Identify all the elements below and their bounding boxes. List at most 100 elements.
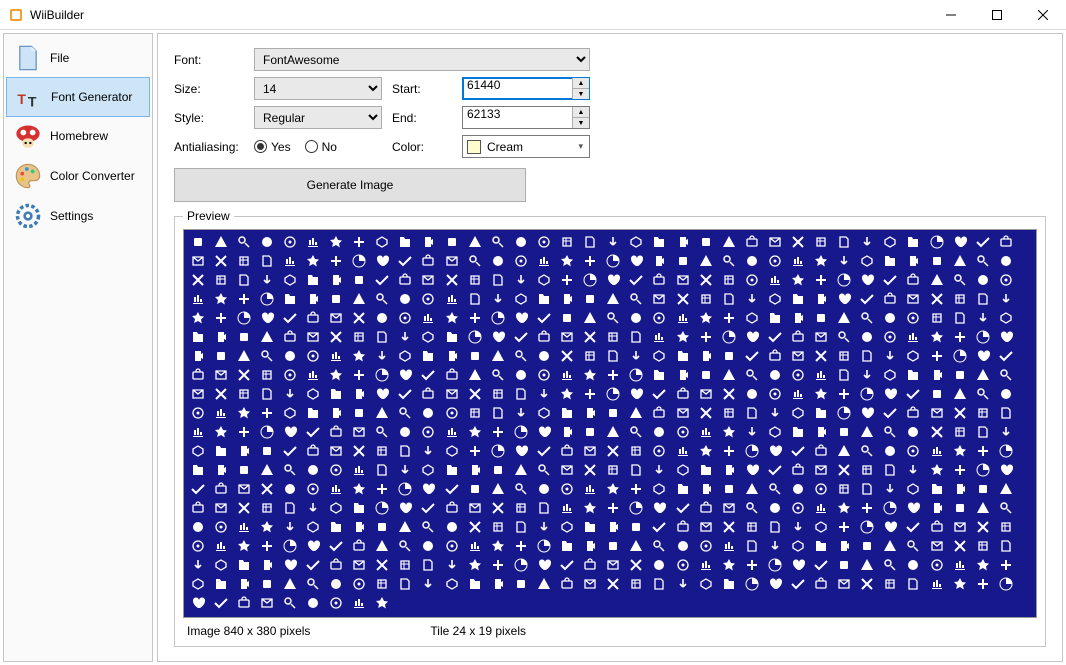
glyph [994,555,1017,574]
aa-yes-radio[interactable]: Yes [254,140,291,154]
glyph [255,251,278,270]
glyph [509,232,532,251]
glyph [232,536,255,555]
color-select[interactable]: Cream [462,135,590,158]
sidebar-item-color-converter[interactable]: Color Converter [4,156,152,196]
glyph [971,479,994,498]
sidebar-item-homebrew[interactable]: Homebrew [4,116,152,156]
glyph [994,422,1017,441]
glyph [763,517,786,536]
glyph [602,270,625,289]
glyph [417,365,440,384]
glyph [763,498,786,517]
size-select[interactable]: 14 [254,77,382,100]
glyph [856,574,879,593]
glyph [810,536,833,555]
minimize-button[interactable] [928,0,974,30]
glyph [232,270,255,289]
glyph [994,289,1017,308]
glyph [971,422,994,441]
glyph [648,422,671,441]
glyph [371,346,394,365]
glyph [671,517,694,536]
glyph [278,441,301,460]
glyph [856,346,879,365]
window-title: WiiBuilder [30,8,84,22]
glyph [786,308,809,327]
glyph [948,289,971,308]
sidebar-item-font-generator[interactable]: TT Font Generator [6,77,150,117]
spin-up-icon[interactable]: ▲ [573,107,589,118]
glyph [925,441,948,460]
glyph [186,593,209,612]
glyph [509,536,532,555]
glyph [740,460,763,479]
glyph [209,479,232,498]
glyph [602,289,625,308]
glyph [232,365,255,384]
font-select[interactable]: FontAwesome [254,48,590,71]
glyph [671,555,694,574]
glyph [417,422,440,441]
glyph [325,460,348,479]
end-spinner[interactable]: 62133 ▲▼ [462,106,590,129]
glyph [717,232,740,251]
preview-legend: Preview [183,209,234,223]
glyph [278,593,301,612]
glyph [301,365,324,384]
start-spinner[interactable]: 61440 ▲▼ [462,77,590,100]
glyph [440,555,463,574]
glyph [971,403,994,422]
style-select[interactable]: Regular [254,106,382,129]
glyph [532,460,555,479]
sidebar-item-file[interactable]: File [4,38,152,78]
glyph [579,479,602,498]
glyph [532,441,555,460]
glyph [532,289,555,308]
glyph [625,289,648,308]
close-button[interactable] [1020,0,1066,30]
glyph [925,308,948,327]
glyph [694,517,717,536]
generate-image-button[interactable]: Generate Image [174,168,526,202]
glyph [325,346,348,365]
glyph [278,270,301,289]
glyph [740,422,763,441]
spin-down-icon[interactable]: ▼ [573,89,589,99]
glyph [417,232,440,251]
glyph [209,460,232,479]
spin-up-icon[interactable]: ▲ [573,78,589,89]
glyph [671,384,694,403]
glyph [463,289,486,308]
glyph [301,251,324,270]
glyph [325,498,348,517]
glyph [717,517,740,536]
glyph [278,403,301,422]
glyph [186,555,209,574]
glyph [556,536,579,555]
glyph [532,251,555,270]
glyph [371,536,394,555]
glyph [232,232,255,251]
glyph [278,384,301,403]
glyph [856,270,879,289]
glyph [833,384,856,403]
glyph [209,517,232,536]
sidebar-item-settings[interactable]: Settings [4,196,152,236]
glyph [301,555,324,574]
glyph [394,270,417,289]
glyph [717,327,740,346]
glyph [556,422,579,441]
form: Font: FontAwesome Size: 14 Start: 61440 … [174,48,1046,158]
glyph [810,479,833,498]
glyph [786,365,809,384]
glyph [671,346,694,365]
glyph [255,346,278,365]
glyph [648,498,671,517]
maximize-button[interactable] [974,0,1020,30]
glyph [301,270,324,289]
aa-no-radio[interactable]: No [305,140,337,154]
spin-down-icon[interactable]: ▼ [573,118,589,128]
glyph [833,365,856,384]
glyph [579,441,602,460]
